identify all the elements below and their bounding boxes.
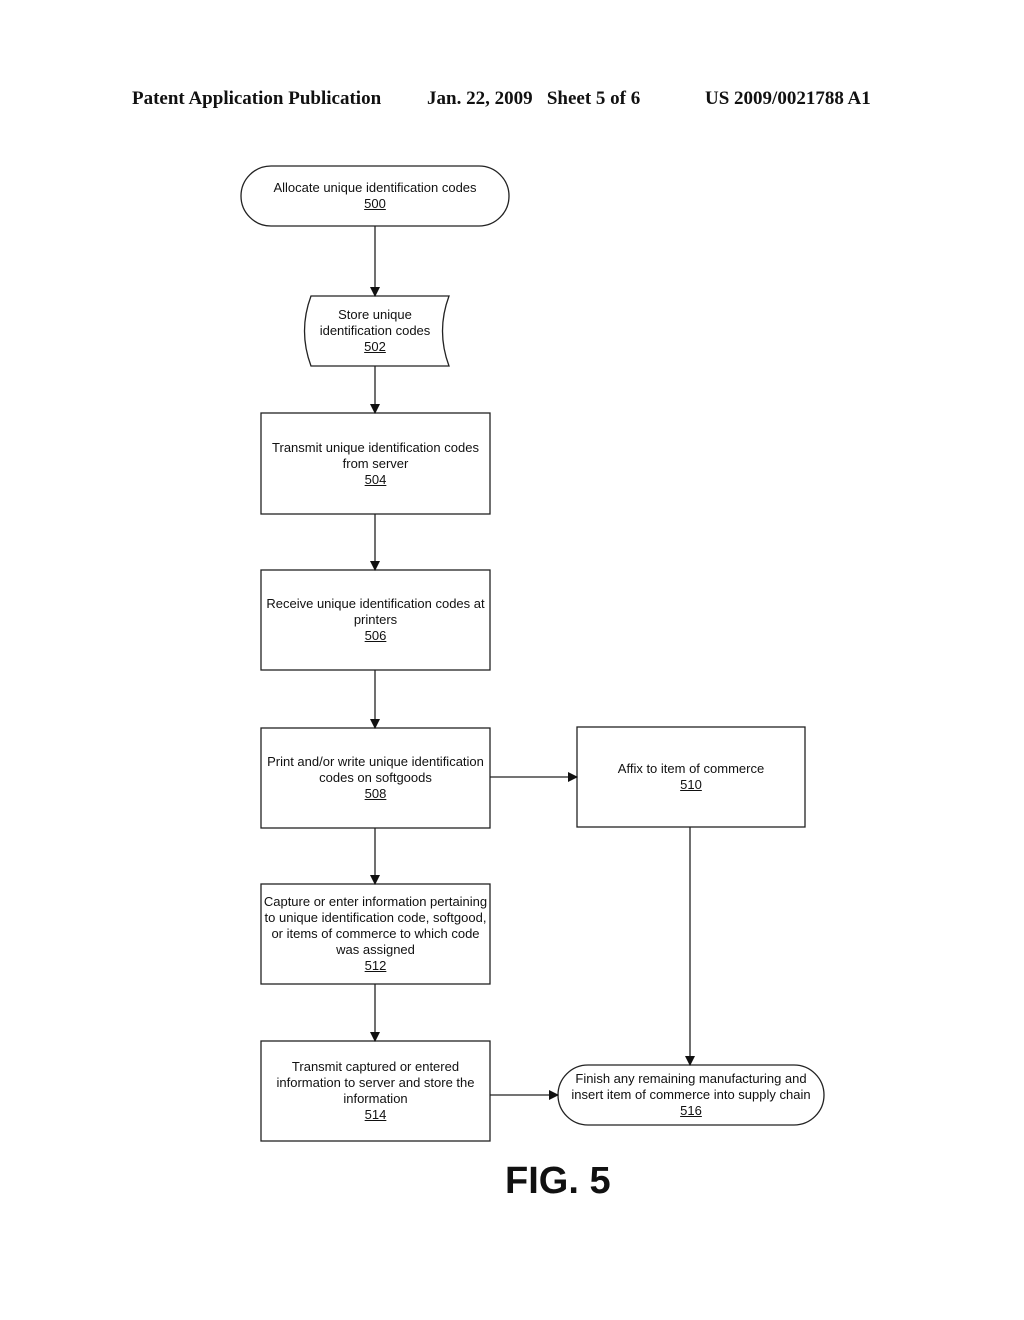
node-510: Affix to item of commerce 510 xyxy=(579,727,803,827)
node-508: Print and/or write unique identification… xyxy=(263,728,488,828)
node-508-label: Print and/or write unique identification… xyxy=(267,754,484,785)
node-502-label: Store unique identification codes xyxy=(319,307,431,338)
node-512-ref: 512 xyxy=(364,958,387,973)
node-510-label: Affix to item of commerce xyxy=(617,761,765,776)
node-502: Store unique identification codes 502 xyxy=(313,296,437,366)
node-514: Transmit captured or entered information… xyxy=(270,1041,481,1141)
flowchart xyxy=(240,165,825,1142)
node-502-ref: 502 xyxy=(364,339,386,354)
node-516-label: Finish any remaining manufacturing and i… xyxy=(571,1071,811,1102)
node-504-label: Transmit unique identification codes fro… xyxy=(272,439,479,471)
node-510-ref: 510 xyxy=(680,777,702,792)
node-506-ref: 506 xyxy=(364,628,387,643)
node-512: Capture or enter information pertaining … xyxy=(263,884,488,984)
node-500-label: Allocate unique identification codes xyxy=(273,180,477,195)
node-506-label: Receive unique identification codes at p… xyxy=(266,596,485,627)
node-516-ref: 516 xyxy=(680,1103,702,1118)
node-508-ref: 508 xyxy=(364,786,387,801)
node-500: Allocate unique identification codes 500 xyxy=(255,166,495,226)
node-512-label: Capture or enter information pertaining … xyxy=(263,894,488,957)
node-504-ref: 504 xyxy=(364,471,387,487)
node-516: Finish any remaining manufacturing and i… xyxy=(566,1065,816,1125)
node-514-ref: 514 xyxy=(364,1107,387,1122)
node-514-label: Transmit captured or entered information… xyxy=(276,1059,475,1106)
node-506: Receive unique identification codes at p… xyxy=(263,570,488,670)
figure-label: FIG. 5 xyxy=(505,1160,611,1202)
node-500-ref: 500 xyxy=(364,196,386,211)
node-504: Transmit unique identification codes fro… xyxy=(263,413,488,514)
